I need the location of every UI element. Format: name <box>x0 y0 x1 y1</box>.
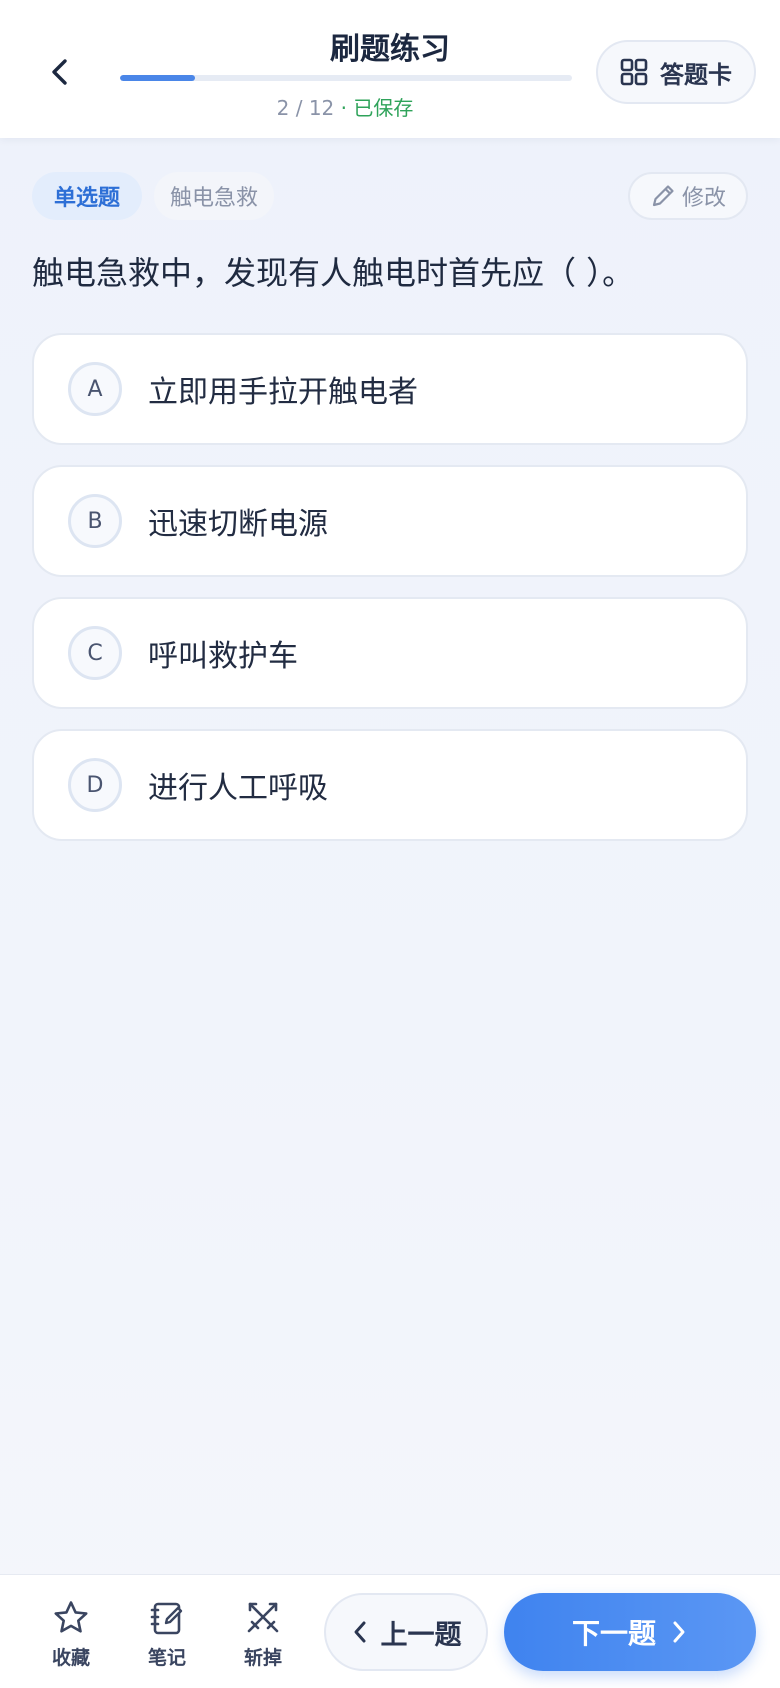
answer-card-label: 答题卡 <box>660 60 732 89</box>
save-separator: · <box>334 96 354 120</box>
next-question-button[interactable]: 下一题 <box>504 1593 756 1671</box>
star-icon <box>54 1601 88 1633</box>
notebook-icon <box>150 1602 183 1635</box>
chevron-left-icon <box>354 1621 365 1643</box>
option-letter: D <box>68 758 122 812</box>
top-bar: 刷题练习 2 / 12 · 已保存 答题卡 <box>0 0 780 138</box>
crossed-swords-icon <box>247 1602 279 1633</box>
option-letter: A <box>68 362 122 416</box>
progress-status: 2 / 12 · 已保存 <box>0 92 690 121</box>
note-button[interactable]: 笔记 <box>132 1599 202 1671</box>
option-text: 迅速切断电源 <box>148 507 328 542</box>
option-b[interactable]: B 迅速切断电源 <box>32 465 748 577</box>
option-letter: C <box>68 626 122 680</box>
prev-question-label: 上一题 <box>380 1619 462 1651</box>
bottom-toolbar: 收藏 笔记 斩掉 上一题 下一题 <box>0 1574 780 1688</box>
saved-status: 已保存 <box>353 96 414 120</box>
answer-card-button[interactable]: 答题卡 <box>596 40 756 104</box>
question-type-tag: 单选题 <box>32 172 143 220</box>
option-text: 呼叫救护车 <box>148 639 298 674</box>
note-label: 笔记 <box>147 1647 186 1669</box>
next-question-label: 下一题 <box>571 1617 656 1650</box>
option-text: 进行人工呼吸 <box>148 771 328 806</box>
grid-icon <box>620 58 648 86</box>
question-text: 触电急救中，发现有人触电时首先应（ ）。 <box>32 254 635 292</box>
remove-label: 斩掉 <box>243 1647 282 1669</box>
option-letter: B <box>68 494 122 548</box>
favorite-label: 收藏 <box>51 1647 90 1669</box>
favorite-button[interactable]: 收藏 <box>36 1599 106 1671</box>
option-a[interactable]: A 立即用手拉开触电者 <box>32 333 748 445</box>
progress-count: 2 / 12 <box>276 96 335 120</box>
edit-button[interactable]: 修改 <box>628 172 748 220</box>
progress-bar <box>120 75 572 81</box>
progress-bar-fill <box>120 75 196 81</box>
edit-label: 修改 <box>681 186 726 211</box>
option-d[interactable]: D 进行人工呼吸 <box>32 729 748 841</box>
option-text: 立即用手拉开触电者 <box>148 375 418 410</box>
question-category-tag: 触电急救 <box>154 172 275 220</box>
pencil-icon <box>652 185 674 207</box>
prev-question-button[interactable]: 上一题 <box>324 1593 488 1671</box>
option-c[interactable]: C 呼叫救护车 <box>32 597 748 709</box>
remove-button[interactable]: 斩掉 <box>228 1599 298 1671</box>
chevron-right-icon <box>673 1621 685 1643</box>
practice-page: 刷题练习 2 / 12 · 已保存 答题卡 单选题 触电急救 修改 触电急救中，… <box>0 0 780 1688</box>
